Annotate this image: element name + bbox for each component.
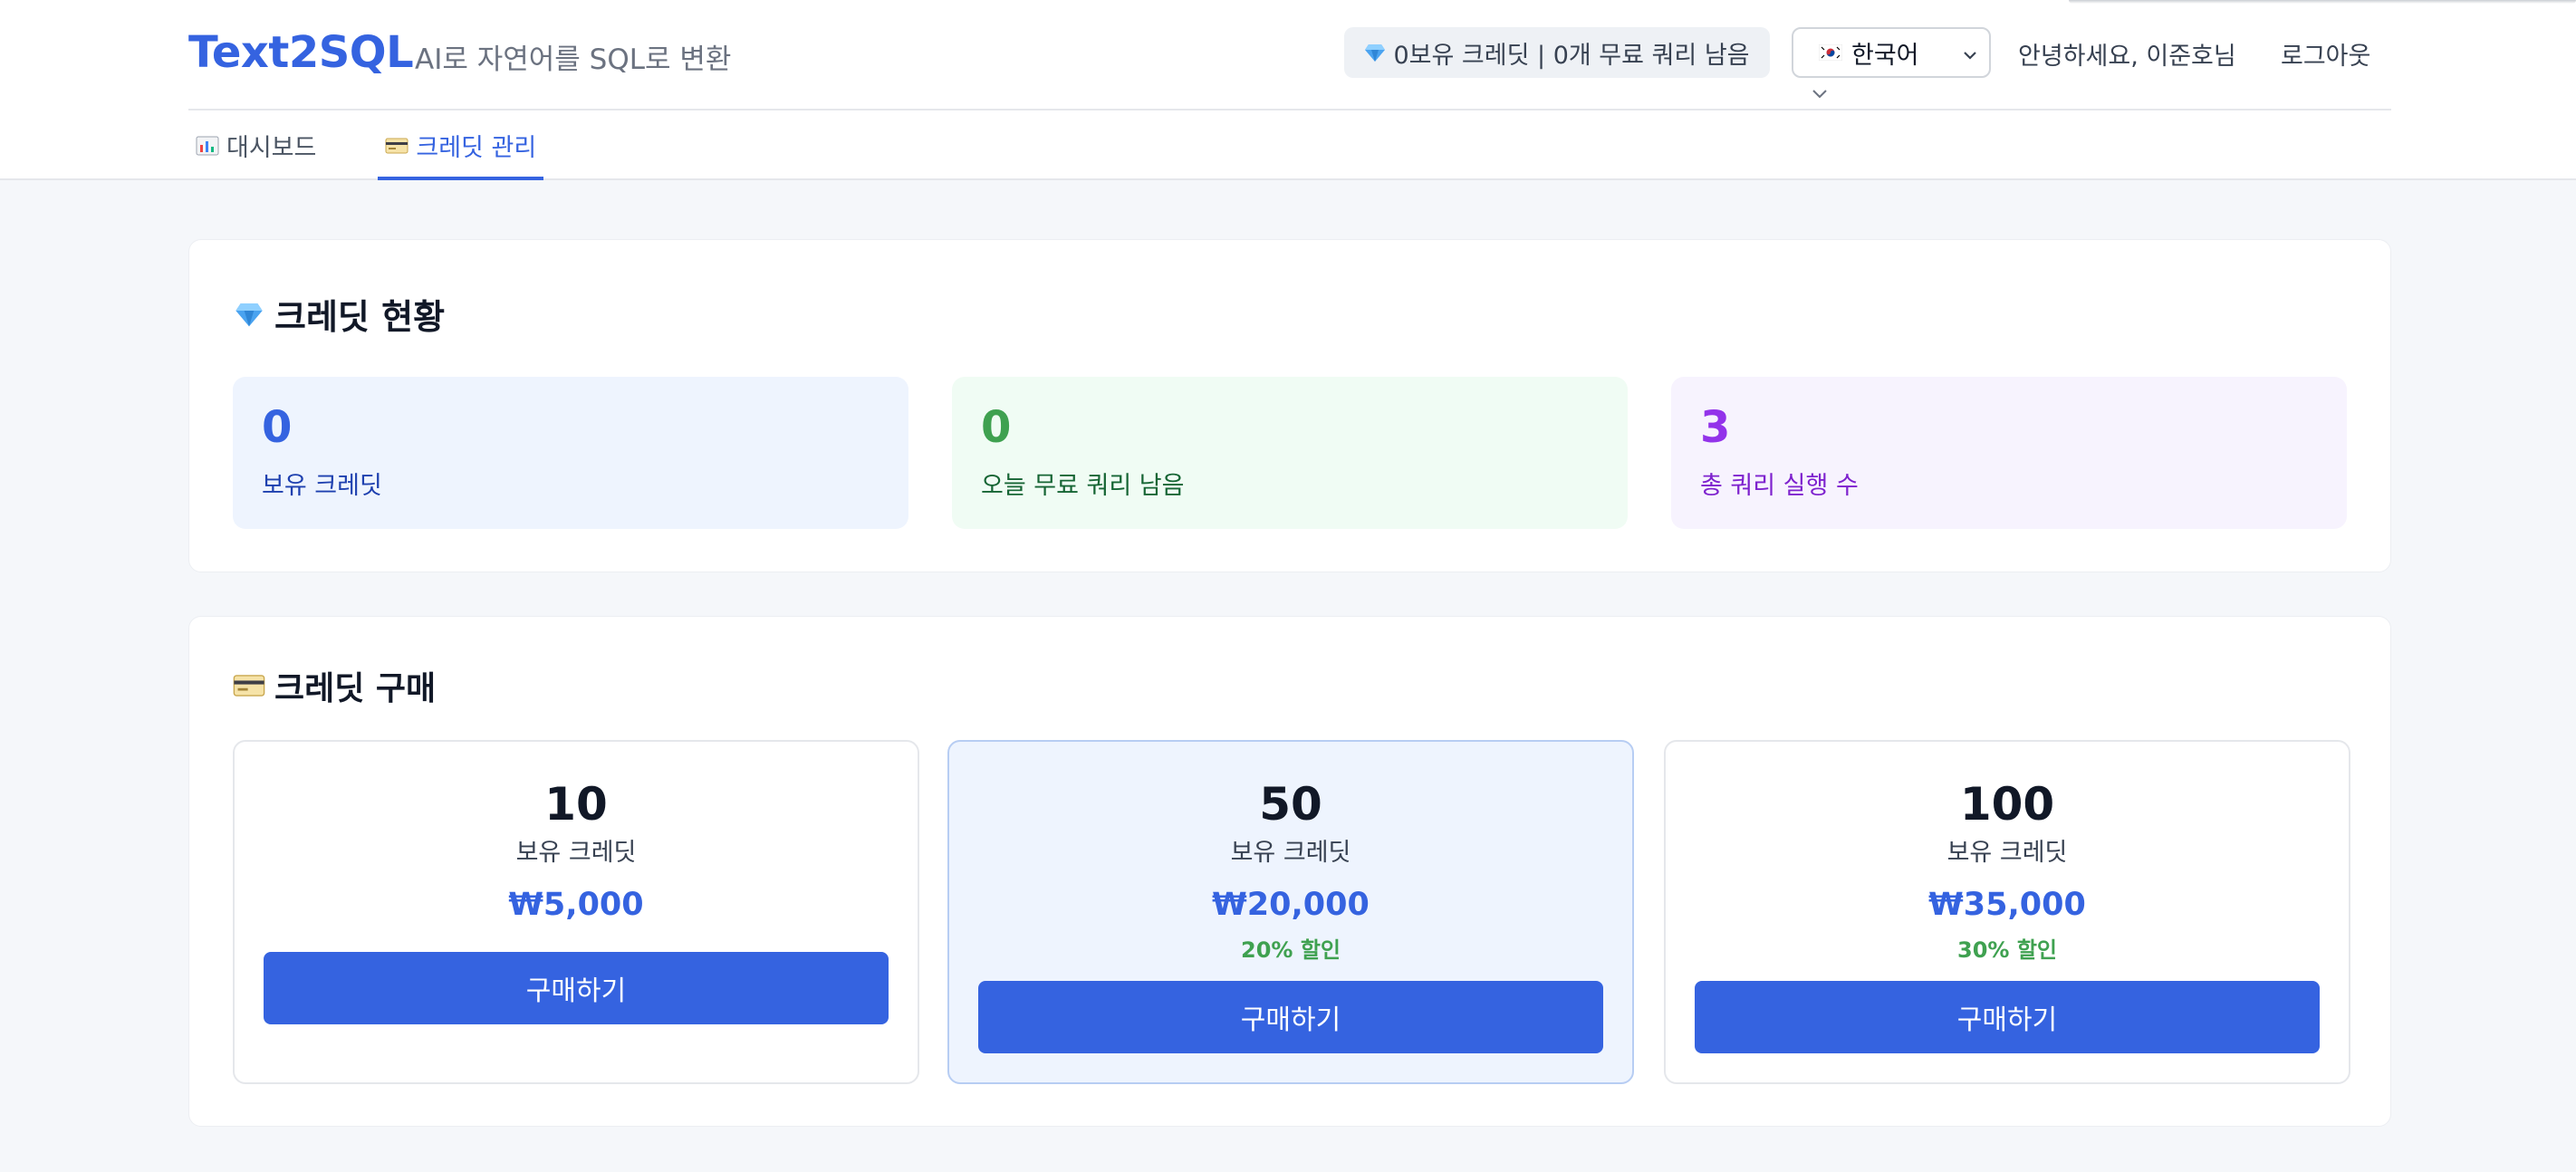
korea-flag-icon xyxy=(1819,44,1842,61)
stat-value: 0 xyxy=(262,402,293,453)
stat-label: 오늘 무료 쿼리 남음 xyxy=(981,472,1185,500)
buy-button[interactable]: 구매하기 xyxy=(264,952,889,1024)
language-select-value: 한국어 xyxy=(1851,41,1919,70)
main-tabs: 대시보드 크레딧 관리 xyxy=(188,110,598,180)
section-title-text: 크레딧 구매 xyxy=(274,670,437,707)
stat-value: 0 xyxy=(981,402,1012,453)
buy-button[interactable]: 구매하기 xyxy=(978,981,1603,1053)
user-greeting: 안녕하세요, 이준호님 xyxy=(2018,43,2236,71)
chevron-down-icon xyxy=(1810,87,1830,100)
header-top-bar: Text2SQL AI로 자연어를 SQL로 변환 0보유 크레딧 | 0개 무… xyxy=(188,0,2391,110)
plan-card-100: 100 보유 크레딧 ₩35,000 30% 할인 구매하기 xyxy=(1664,740,2350,1084)
stat-free-queries: 0 오늘 무료 쿼리 남음 xyxy=(952,377,1628,529)
tab-dashboard[interactable]: 대시보드 xyxy=(188,110,323,180)
stat-label: 보유 크레딧 xyxy=(262,472,382,500)
plan-amount: 100 xyxy=(1959,778,2055,831)
stat-total-queries: 3 총 쿼리 실행 수 xyxy=(1671,377,2347,529)
credit-card-icon xyxy=(233,671,265,700)
gem-icon xyxy=(1364,42,1386,63)
bar-chart-icon xyxy=(196,136,219,156)
buy-button[interactable]: 구매하기 xyxy=(1695,981,2320,1053)
logout-link[interactable]: 로그아웃 xyxy=(2281,36,2370,72)
chevron-down-icon xyxy=(1960,43,1980,63)
stat-owned-credits: 0 보유 크레딧 xyxy=(233,377,908,529)
plan-unit: 보유 크레딧 xyxy=(1946,839,2068,867)
plan-unit: 보유 크레딧 xyxy=(1230,839,1351,867)
plan-price: ₩20,000 xyxy=(1212,887,1370,923)
credit-status-pill: 0보유 크레딧 | 0개 무료 쿼리 남음 xyxy=(1344,27,1770,78)
tab-label: 크레딧 관리 xyxy=(416,134,537,162)
section-title-text: 크레딧 현황 xyxy=(274,297,446,337)
section-title: 크레딧 현황 xyxy=(233,289,445,339)
plan-amount: 50 xyxy=(1259,778,1322,831)
stat-value: 3 xyxy=(1700,402,1731,453)
credit-status-card: 크레딧 현황 0 보유 크레딧 0 오늘 무료 쿼리 남음 3 총 쿼리 실행 … xyxy=(188,239,2391,572)
tab-credit-management[interactable]: 크레딧 관리 xyxy=(378,110,543,180)
gem-icon xyxy=(233,300,265,329)
plan-unit: 보유 크레딧 xyxy=(515,839,637,867)
app-tagline: AI로 자연어를 SQL로 변환 xyxy=(415,43,732,76)
plan-card-50: 50 보유 크레딧 ₩20,000 20% 할인 구매하기 xyxy=(947,740,1634,1084)
credit-pill-text: 0보유 크레딧 | 0개 무료 쿼리 남음 xyxy=(1393,41,1750,70)
stat-label: 총 쿼리 실행 수 xyxy=(1700,472,1859,500)
plan-card-10: 10 보유 크레딧 ₩5,000 구매하기 xyxy=(233,740,919,1084)
plan-amount: 10 xyxy=(544,778,608,831)
credit-card-icon xyxy=(385,136,409,156)
plan-price: ₩5,000 xyxy=(508,887,644,923)
language-select[interactable]: 한국어 xyxy=(1792,27,1991,78)
plan-discount: 30% 할인 xyxy=(1957,937,2057,963)
tab-label: 대시보드 xyxy=(226,134,317,162)
app-header: Text2SQL AI로 자연어를 SQL로 변환 0보유 크레딧 | 0개 무… xyxy=(0,0,2576,180)
section-title: 크레딧 구매 xyxy=(233,662,436,709)
plan-price: ₩35,000 xyxy=(1928,887,2086,923)
plan-discount: 20% 할인 xyxy=(1241,937,1341,963)
credit-purchase-card: 크레딧 구매 10 보유 크레딧 ₩5,000 구매하기 50 보유 크레딧 ₩… xyxy=(188,616,2391,1127)
brand-logo[interactable]: Text2SQL xyxy=(188,27,414,78)
